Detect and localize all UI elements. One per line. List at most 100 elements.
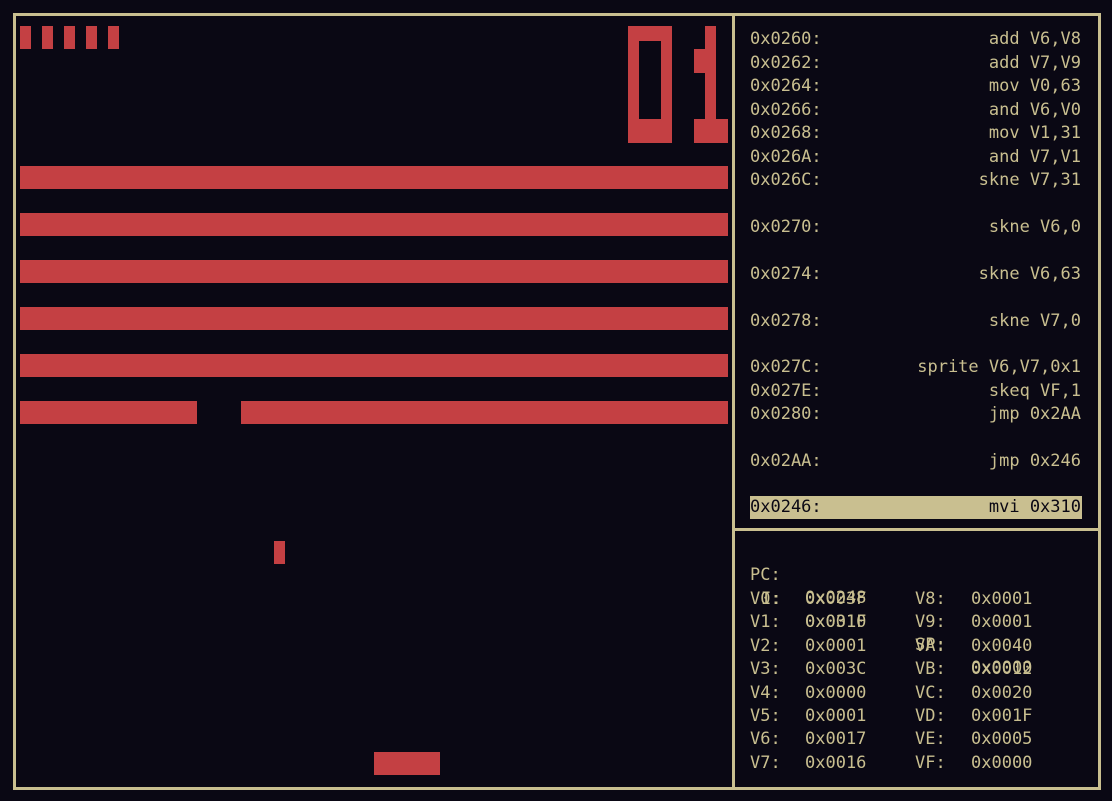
register-name: V1: (750, 612, 781, 633)
register-row: V0: 0x003F V8: 0x0001 (750, 588, 1090, 611)
instruction-text: sprite V6,V7,0x1 (917, 357, 1081, 377)
register-value: 0x0020 (971, 682, 1033, 703)
instruction-text: skne V7,0 (988, 310, 1081, 331)
register-value: 0x0016 (805, 752, 867, 773)
current-instruction: 0x0246: mvi 0x310 (750, 495, 1082, 519)
register-value: 0x0001 (971, 589, 1033, 609)
disassembly-line: 0x0264: mov V0,63 (750, 75, 1082, 98)
register-name: V5: (750, 706, 781, 726)
register-value: 0x001F (805, 612, 867, 633)
register-name: VF: (915, 752, 946, 773)
instruction-text: skeq VF,1 (988, 380, 1081, 401)
instruction-address: 0x027C: (750, 357, 822, 377)
disassembly-line: 0x027E: skeq VF,1 (750, 380, 1082, 403)
register-name: V6: (750, 729, 781, 750)
disassembly-line: 0x0280: jmp 0x2AA (750, 403, 1082, 426)
life-marker (64, 26, 75, 49)
register-value: 0x0000 (971, 752, 1033, 773)
digit-segment (694, 119, 728, 143)
instruction-address: 0x0274: (750, 263, 822, 284)
instruction-address: 0x0266: (750, 99, 822, 120)
instruction-address: 0x0270: (750, 216, 822, 237)
game-screen (16, 16, 732, 787)
instruction-address: 0x0260: (750, 29, 822, 49)
instruction-text: skne V7,31 (978, 170, 1081, 190)
register-row: V3: 0x003C VB: 0x0012 (750, 658, 1090, 681)
register-name: VA: (915, 635, 946, 656)
instruction-address: 0x0268: (750, 123, 822, 143)
instruction-address: 0x02AA: (750, 450, 822, 471)
disassembly-line: 0x0262: add V7,V9 (750, 52, 1082, 75)
instruction-address: 0x0280: (750, 404, 822, 424)
ball (274, 541, 285, 564)
instruction-text: mvi 0x310 (988, 496, 1081, 517)
register-row: V5: 0x0001 VD: 0x001F (750, 705, 1090, 728)
register-value: 0x001F (971, 706, 1033, 726)
life-marker (86, 26, 97, 49)
digit-segment (694, 49, 716, 73)
register-name: V8: (915, 589, 946, 609)
disassembly-line: 0x0266: and V6,V0 (750, 99, 1082, 122)
disassembly-line: 0x0260: add V6,V8 (750, 28, 1082, 51)
brick-row-segment (20, 401, 197, 424)
brick-row (20, 213, 728, 236)
register-name: VE: (915, 729, 946, 750)
register-name: V0: (750, 589, 781, 609)
register-value: 0x0012 (971, 659, 1033, 680)
instruction-text: skne V6,63 (978, 263, 1081, 284)
disassembly-line: 0x0268: mov V1,31 (750, 122, 1082, 145)
brick-row (20, 354, 728, 377)
instruction-address: 0x0262: (750, 52, 822, 73)
instruction-text: mov V1,31 (988, 123, 1081, 143)
disassembly-line: 0x0270: skne V6,0 (750, 216, 1082, 239)
instruction-address: 0x0278: (750, 310, 822, 331)
instruction-text: mov V0,63 (988, 76, 1081, 96)
paddle (374, 752, 440, 775)
register-name: VB: (915, 659, 946, 680)
register-name: VC: (915, 682, 946, 703)
instruction-address: 0x026C: (750, 170, 822, 190)
instruction-text: skne V6,0 (988, 216, 1081, 237)
instruction-text: and V6,V0 (988, 99, 1081, 120)
register-row: V7: 0x0016 VF: 0x0000 (750, 752, 1090, 775)
disassembly-line: 0x02AA: jmp 0x246 (750, 450, 1082, 473)
disassembly-line: 0x0274: skne V6,63 (750, 263, 1082, 286)
brick-row-segment (241, 401, 728, 424)
instruction-address: 0x026A: (750, 146, 822, 167)
register-pc: PC: 0x0248 (750, 541, 1090, 608)
register-row: V6: 0x0017 VE: 0x0005 (750, 728, 1090, 751)
register-value: 0x0040 (971, 635, 1033, 656)
instruction-text: add V6,V8 (988, 29, 1081, 49)
life-marker (42, 26, 53, 49)
register-name: V7: (750, 752, 781, 773)
instruction-text: and V7,V1 (988, 146, 1081, 167)
instruction-address: 0x027E: (750, 380, 822, 401)
horizontal-divider (735, 528, 1098, 531)
disassembly-line: 0x027C: sprite V6,V7,0x1 (750, 356, 1082, 379)
brick-row (20, 166, 728, 189)
register-value: 0x0001 (805, 706, 867, 726)
register-row: V4: 0x0000 VC: 0x0020 (750, 682, 1090, 705)
brick-row (20, 260, 728, 283)
instruction-address: 0x0264: (750, 76, 822, 96)
instruction-text: jmp 0x2AA (988, 404, 1081, 424)
instruction-text: jmp 0x246 (988, 450, 1081, 471)
brick-row (20, 307, 728, 330)
life-marker (20, 26, 31, 49)
disassembly-line: 0x026C: skne V7,31 (750, 169, 1082, 192)
register-name: V3: (750, 659, 781, 680)
register-name: VD: (915, 706, 946, 726)
disassembly-line: 0x026A: and V7,V1 (750, 146, 1082, 169)
disassembly-line: 0x0278: skne V7,0 (750, 310, 1082, 333)
register-value: 0x0017 (805, 729, 867, 750)
register-value: 0x0001 (805, 635, 867, 656)
register-i: I: 0x0310 SP: 0x0000 (750, 565, 1090, 678)
register-value: 0x0005 (971, 729, 1033, 750)
register-row: V1: 0x001F V9: 0x0001 (750, 611, 1090, 634)
register-name: V2: (750, 635, 781, 656)
register-value: 0x003F (805, 589, 867, 609)
register-name: V9: (915, 612, 946, 633)
vertical-divider (732, 13, 735, 790)
instruction-address: 0x0246: (750, 496, 822, 517)
digit-segment (628, 119, 672, 143)
